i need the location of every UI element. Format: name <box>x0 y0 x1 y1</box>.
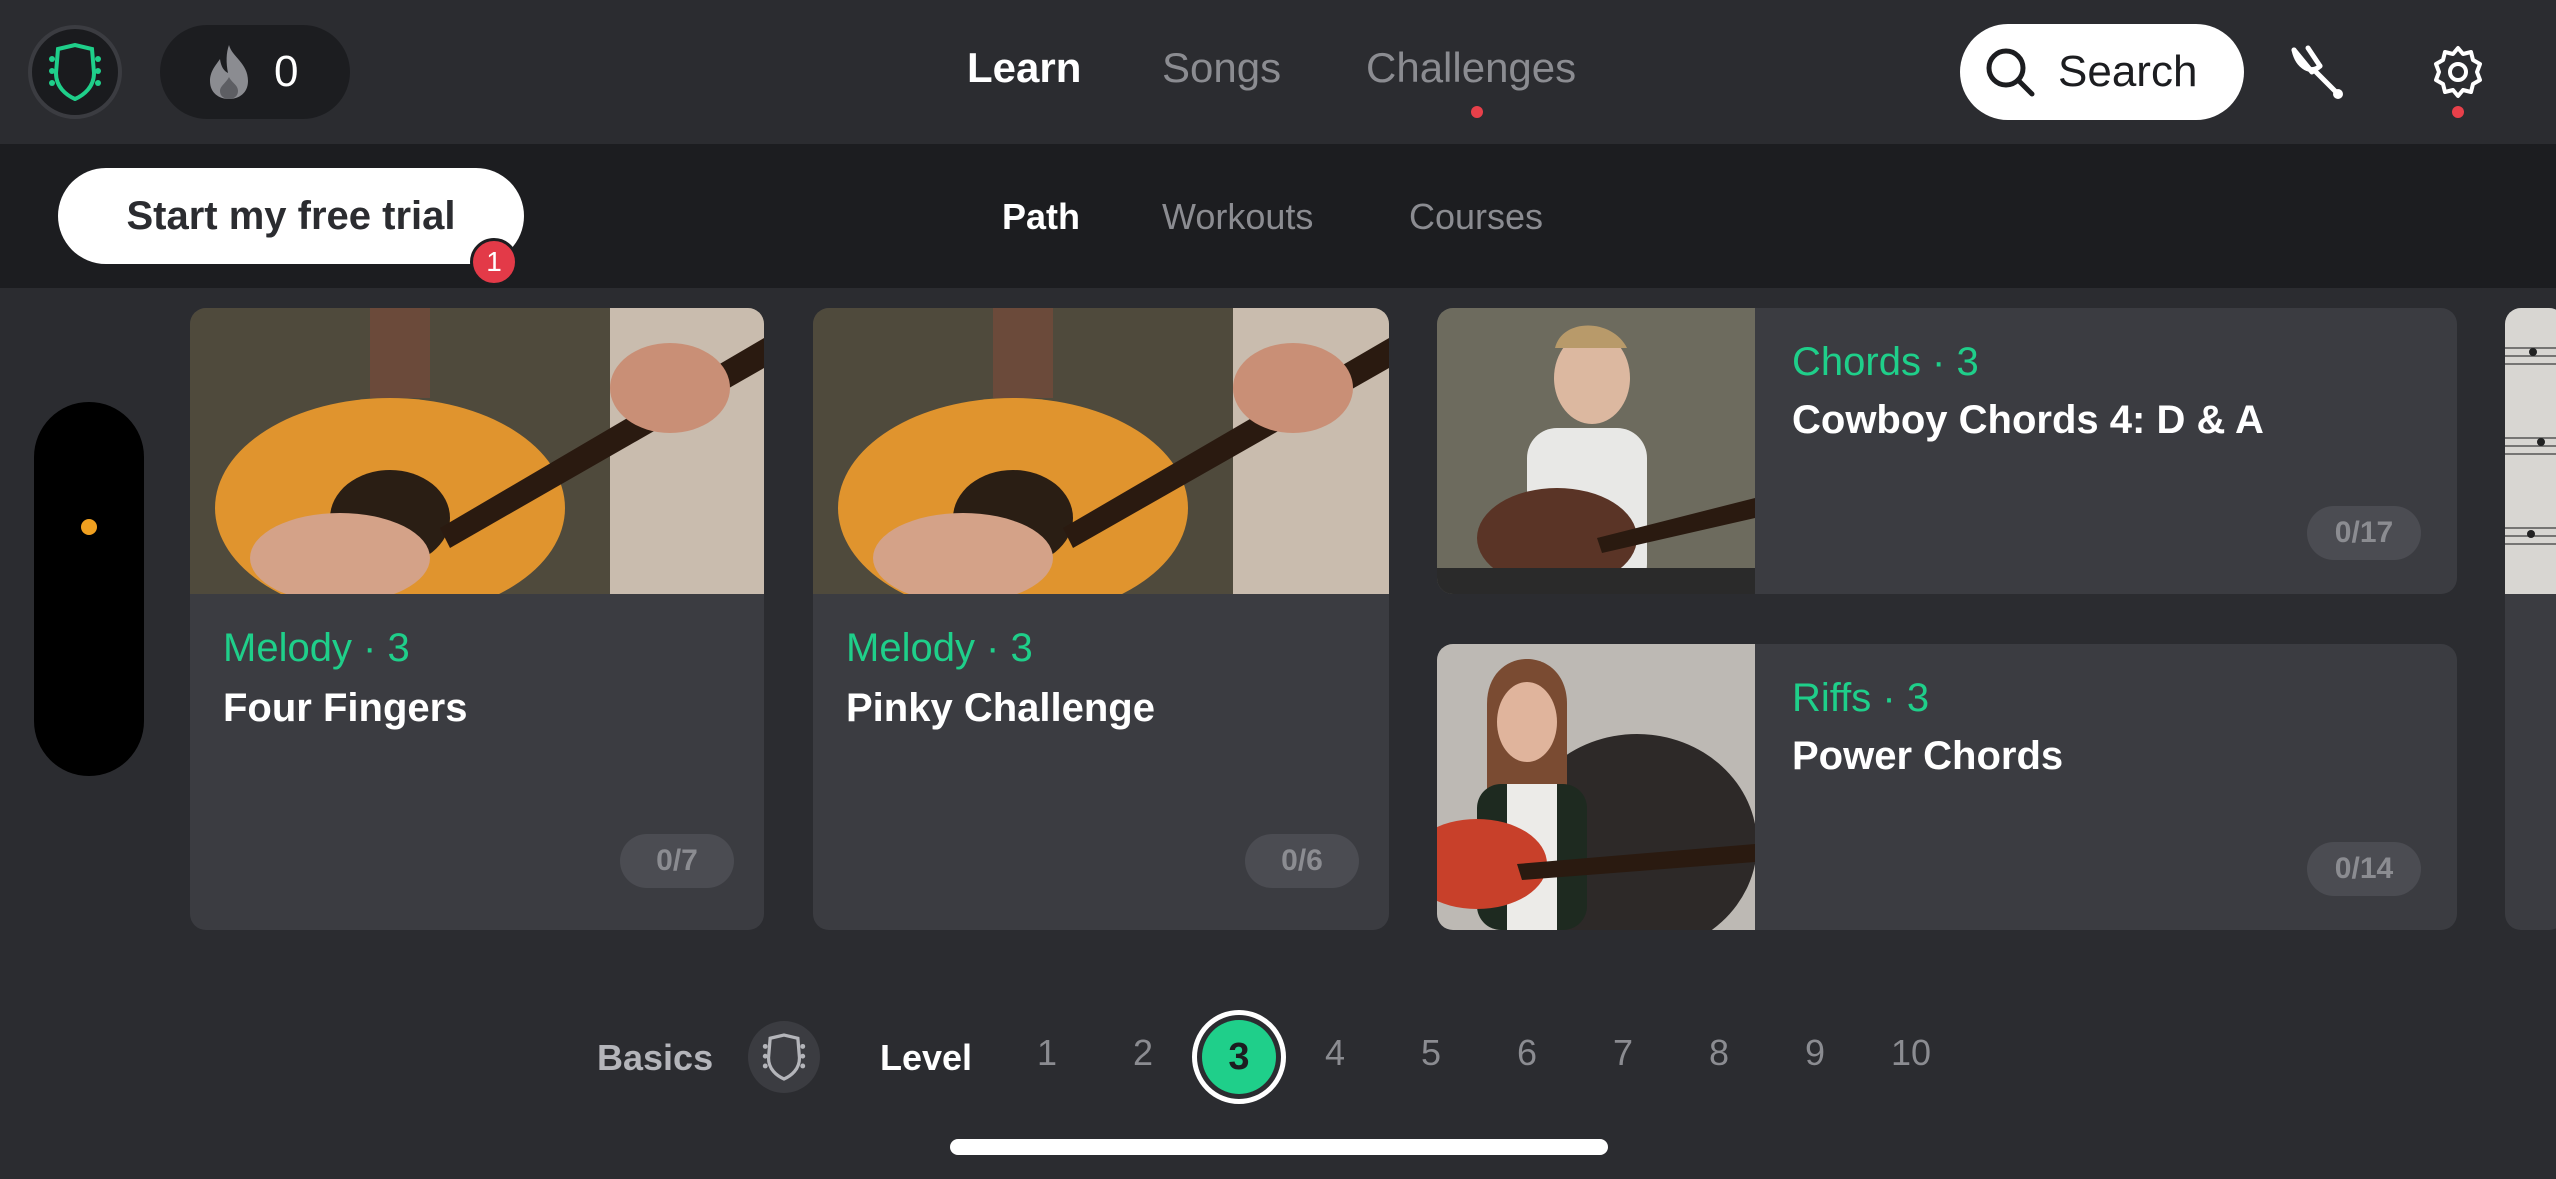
level-10[interactable]: 10 <box>1881 1032 1941 1074</box>
lesson-card-four-fingers[interactable]: Melody · 3 Four Fingers 0/7 <box>190 308 764 930</box>
basics-label[interactable]: Basics <box>597 1037 713 1079</box>
level-label: Level <box>880 1037 973 1078</box>
tuner-button[interactable] <box>2278 34 2354 110</box>
lesson-category: Chords · 3 <box>1792 340 1979 384</box>
start-free-trial-button[interactable]: Start my free trial <box>58 168 524 264</box>
lesson-progress: 0/6 <box>1245 834 1359 888</box>
basics-button[interactable] <box>748 1021 820 1093</box>
trial-notification-badge: 1 <box>470 238 518 286</box>
tab-courses[interactable]: Courses <box>1409 196 1543 238</box>
lesson-card-pinky-challenge[interactable]: Melody · 3 Pinky Challenge 0/6 <box>813 308 1389 930</box>
path-position-indicator[interactable] <box>34 402 144 776</box>
settings-button[interactable] <box>2420 34 2496 110</box>
settings-notification-dot <box>2452 106 2464 118</box>
guitar-pick-icon <box>762 1033 806 1081</box>
gear-icon <box>2434 46 2482 98</box>
app-logo-icon <box>49 43 101 101</box>
lesson-progress: 0/7 <box>620 834 734 888</box>
home-indicator[interactable] <box>950 1139 1608 1155</box>
lesson-title: Four Fingers <box>223 686 468 730</box>
level-7[interactable]: 7 <box>1593 1032 1653 1074</box>
level-1[interactable]: 1 <box>1017 1032 1077 1074</box>
lesson-card-power-chords[interactable]: Riffs · 3 Power Chords 0/14 <box>1437 644 2457 930</box>
app-logo-button[interactable] <box>28 25 122 119</box>
lesson-card-partial[interactable] <box>2505 308 2556 930</box>
lesson-title: Power Chords <box>1792 734 2064 778</box>
lesson-title: Cowboy Chords 4: D & A <box>1792 398 2264 442</box>
current-level-number: 3 <box>1202 1020 1276 1094</box>
tab-path[interactable]: Path <box>1002 196 1080 238</box>
lesson-photo <box>190 308 764 594</box>
streak-count: 0 <box>274 47 299 96</box>
lesson-progress: 0/14 <box>2307 842 2421 896</box>
tuning-fork-icon <box>2291 45 2343 99</box>
search-button[interactable]: Search <box>1960 24 2244 120</box>
tab-learn[interactable]: Learn <box>967 44 1081 92</box>
level-6[interactable]: 6 <box>1497 1032 1557 1074</box>
level-3-current[interactable]: 3 <box>1192 1010 1286 1104</box>
level-2[interactable]: 2 <box>1113 1032 1173 1074</box>
lesson-photo <box>813 308 1389 594</box>
lesson-category: Riffs · 3 <box>1792 676 1930 720</box>
tab-workouts[interactable]: Workouts <box>1162 196 1313 238</box>
search-label: Search <box>2058 47 2198 96</box>
top-bar: 0 Learn Songs Challenges Search <box>0 0 2556 144</box>
level-8[interactable]: 8 <box>1689 1032 1749 1074</box>
sub-bar: Start my free trial 1 Path Workouts Cour… <box>0 144 2556 288</box>
lesson-title: Pinky Challenge <box>846 686 1155 730</box>
streak-counter[interactable]: 0 <box>160 25 350 119</box>
lesson-photo <box>1437 644 1755 930</box>
lesson-photo <box>1437 308 1755 594</box>
lesson-progress: 0/17 <box>2307 506 2421 560</box>
lesson-category: Melody · 3 <box>223 626 410 670</box>
lesson-category: Melody · 3 <box>846 626 1033 670</box>
tab-songs[interactable]: Songs <box>1162 44 1281 92</box>
level-5[interactable]: 5 <box>1401 1032 1461 1074</box>
current-position-dot <box>81 519 97 535</box>
challenges-notification-dot <box>1471 106 1483 118</box>
sheet-music-photo <box>2505 308 2556 594</box>
search-icon <box>1986 48 2035 97</box>
lesson-card-cowboy-chords[interactable]: Chords · 3 Cowboy Chords 4: D & A 0/17 <box>1437 308 2457 594</box>
level-4[interactable]: 4 <box>1305 1032 1365 1074</box>
flame-icon <box>210 45 248 99</box>
tab-challenges[interactable]: Challenges <box>1366 44 1576 92</box>
level-9[interactable]: 9 <box>1785 1032 1845 1074</box>
